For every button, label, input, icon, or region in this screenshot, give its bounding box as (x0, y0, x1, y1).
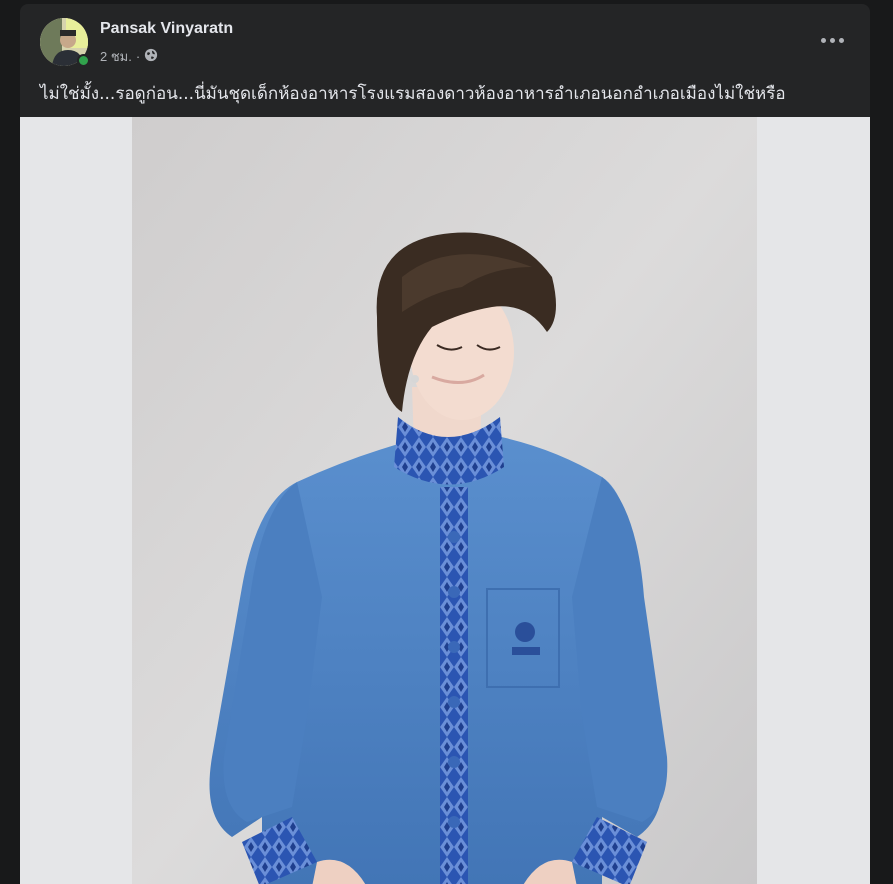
globe-icon[interactable] (144, 48, 158, 65)
post-caption: ไม่ใช่มั้ง...รอดูก่อน...นี่มันชุดเด็กห้อ… (40, 84, 786, 104)
post-card: Pansak Vinyaratn 2 ชม. · ไม่ใช่มั้ง...รอ… (20, 4, 870, 884)
post-header: Pansak Vinyaratn 2 ชม. · (20, 4, 870, 74)
post-media[interactable] (20, 117, 870, 884)
post-photo[interactable] (132, 117, 757, 884)
post-meta: 2 ชม. · (100, 46, 158, 67)
more-options-icon[interactable] (814, 26, 850, 54)
author-name[interactable]: Pansak Vinyaratn (100, 20, 233, 38)
online-status-indicator (77, 54, 90, 67)
meta-separator: · (135, 49, 141, 64)
post-time[interactable]: 2 ชม. (100, 46, 132, 67)
